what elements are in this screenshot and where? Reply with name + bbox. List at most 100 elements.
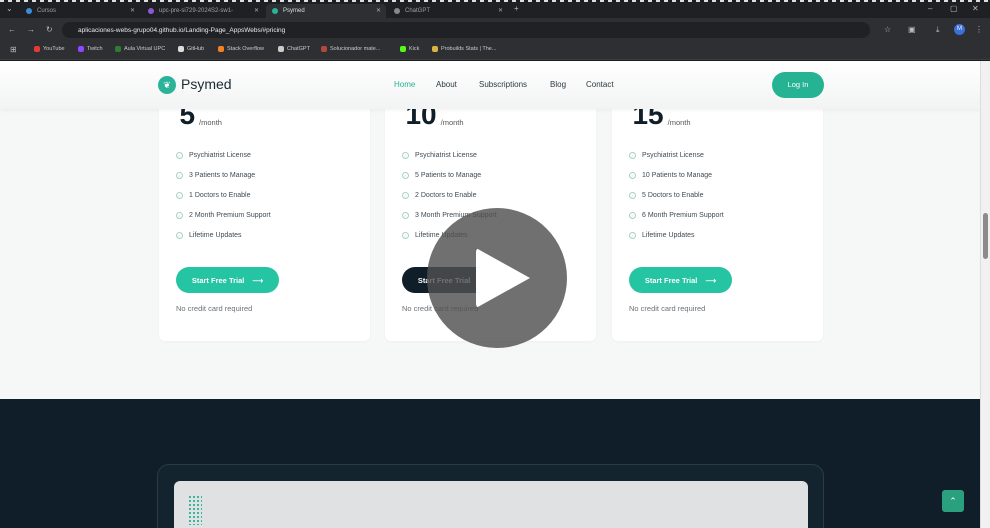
bookmark-icon xyxy=(34,46,40,52)
feature-item: ✓ Psychiatrist License xyxy=(402,152,477,159)
star-icon[interactable]: ☆ xyxy=(884,25,891,34)
login-button[interactable]: Log In xyxy=(772,72,824,98)
reload-icon[interactable]: ↻ xyxy=(46,25,53,34)
bookmark-aula[interactable]: Aula Virtual UPC xyxy=(115,46,165,52)
feature-item: ✓ 1 Doctors to Enable xyxy=(176,192,251,199)
no-card-note: No credit card required xyxy=(629,304,706,313)
arrow-right-icon: ⟶ xyxy=(705,275,717,285)
check-icon: ✓ xyxy=(629,152,636,159)
scrollbar-thumb[interactable] xyxy=(983,213,988,259)
feature-item: ✓ 3 Patients to Manage xyxy=(176,172,256,179)
check-icon: ✓ xyxy=(176,172,183,179)
bookmark-chatgpt[interactable]: ChatGPT xyxy=(278,46,310,52)
check-icon: ✓ xyxy=(629,212,636,219)
maximize-icon[interactable]: ▢ xyxy=(950,4,958,13)
tab-search-icon[interactable]: ⌄ xyxy=(6,4,13,13)
back-icon[interactable]: ← xyxy=(8,25,16,34)
check-icon: ✓ xyxy=(402,212,409,219)
url-input[interactable]: aplicaciones-webs-grupo04.github.io/Land… xyxy=(62,22,870,38)
feature-item: ✓ 10 Patients to Manage xyxy=(629,172,713,179)
check-icon: ✓ xyxy=(176,192,183,199)
tab-1[interactable]: upc-pre-si729-2024S2-sw1- ✕ xyxy=(142,4,264,18)
tab-0[interactable]: Cursos ✕ xyxy=(20,4,140,18)
check-icon: ✓ xyxy=(176,232,183,239)
dots-pattern xyxy=(188,495,202,525)
tab-close-icon[interactable]: ✕ xyxy=(254,7,259,14)
tab-bar: ⌄ Cursos ✕ upc-pre-si729-2024S2-sw1- ✕ Psy… xyxy=(0,2,990,18)
preview-panel xyxy=(157,464,824,528)
close-window-icon[interactable]: ✕ xyxy=(972,4,979,13)
bookmark-icon xyxy=(178,46,184,52)
feature-item: ✓Lifetime Updates xyxy=(629,232,695,239)
nav-home[interactable]: Home xyxy=(394,80,415,89)
no-card-note: No credit card required xyxy=(176,304,253,313)
new-tab-icon[interactable]: + xyxy=(514,4,519,13)
check-icon: ✓ xyxy=(402,232,409,239)
bookmark-icon xyxy=(115,46,121,52)
tab-2[interactable]: Psymed ✕ xyxy=(266,4,386,18)
tab-favicon-icon xyxy=(148,8,154,14)
check-icon: ✓ xyxy=(176,152,183,159)
feature-item: ✓ Psychiatrist License xyxy=(629,152,704,159)
check-icon: ✓ xyxy=(402,172,409,179)
scrollbar[interactable] xyxy=(980,61,990,528)
feature-item: ✓ 5 Doctors to Enable xyxy=(629,192,704,199)
nav-contact[interactable]: Contact xyxy=(586,80,614,89)
site-header: ❦ Psymed Home About Subscriptions Blog C… xyxy=(0,61,980,109)
logo-icon[interactable]: ❦ xyxy=(158,76,176,94)
tab-close-icon[interactable]: ✕ xyxy=(376,7,381,14)
start-trial-button[interactable]: Start Free Trial⟶ xyxy=(629,267,732,293)
arrow-up-icon[interactable]: ⌃ xyxy=(942,490,964,512)
video-play-button[interactable] xyxy=(427,208,567,348)
bookmark-stackoverflow[interactable]: Stack Overflow xyxy=(218,46,264,52)
minimize-icon[interactable]: – xyxy=(928,4,932,13)
check-icon: ✓ xyxy=(176,212,183,219)
bookmark-icon xyxy=(321,46,327,52)
tab-favicon-icon xyxy=(26,8,32,14)
download-icon[interactable]: ⤓ xyxy=(936,25,940,35)
dark-section: ⌃ xyxy=(0,399,980,528)
bookmarks-bar: ⊞ YouTube Twitch Aula Virtual UPC GitHub… xyxy=(0,42,990,60)
bookmark-twitch[interactable]: Twitch xyxy=(78,46,103,52)
feature-item: ✓Lifetime Updates xyxy=(176,232,242,239)
tab-favicon-icon xyxy=(394,8,400,14)
forward-icon[interactable]: → xyxy=(27,25,35,34)
bookmark-kick[interactable]: Kick xyxy=(400,46,419,52)
tab-favicon-icon xyxy=(272,8,278,14)
apps-grid-icon[interactable]: ⊞ xyxy=(10,45,17,54)
bookmark-icon xyxy=(278,46,284,52)
bookmark-solucionador[interactable]: Solucionador mate... xyxy=(321,46,380,52)
nav-subscriptions[interactable]: Subscriptions xyxy=(479,80,527,89)
feature-item: ✓ Psychiatrist License xyxy=(176,152,251,159)
address-row: ← → ↻ aplicaciones-webs-grupo04.github.i… xyxy=(0,18,990,42)
tab-close-icon[interactable]: ✕ xyxy=(130,7,135,14)
nav-blog[interactable]: Blog xyxy=(550,80,566,89)
bookmark-youtube[interactable]: YouTube xyxy=(34,46,65,52)
tab-close-icon[interactable]: ✕ xyxy=(498,7,503,14)
bookmark-icon xyxy=(400,46,406,52)
bookmark-probuilds[interactable]: Probuilds Stats | The... xyxy=(432,46,496,52)
feature-item: ✓ 6 Month Premium Support xyxy=(629,212,724,219)
check-icon: ✓ xyxy=(629,192,636,199)
feature-item: ✓ 2 Month Premium Support xyxy=(176,212,271,219)
bookmark-github[interactable]: GitHub xyxy=(178,46,204,52)
preview-inner xyxy=(174,481,808,528)
extensions-icon[interactable]: ▣ xyxy=(908,25,916,34)
arrow-right-icon: ⟶ xyxy=(252,275,264,285)
bookmark-icon xyxy=(218,46,224,52)
start-trial-button[interactable]: Start Free Trial⟶ xyxy=(176,267,279,293)
profile-avatar[interactable]: M xyxy=(954,24,965,35)
check-icon: ✓ xyxy=(402,192,409,199)
play-icon xyxy=(476,248,530,308)
check-icon: ✓ xyxy=(402,152,409,159)
brand-name[interactable]: Psymed xyxy=(181,76,232,92)
bookmark-icon xyxy=(432,46,438,52)
feature-item: ✓ 5 Patients to Manage xyxy=(402,172,482,179)
feature-item: ✓ 2 Doctors to Enable xyxy=(402,192,477,199)
tab-3[interactable]: ChatGPT ✕ xyxy=(388,4,508,18)
check-icon: ✓ xyxy=(629,232,636,239)
bookmark-icon xyxy=(78,46,84,52)
nav-about[interactable]: About xyxy=(436,80,457,89)
menu-icon[interactable]: ⋮ xyxy=(975,25,983,34)
check-icon: ✓ xyxy=(629,172,636,179)
